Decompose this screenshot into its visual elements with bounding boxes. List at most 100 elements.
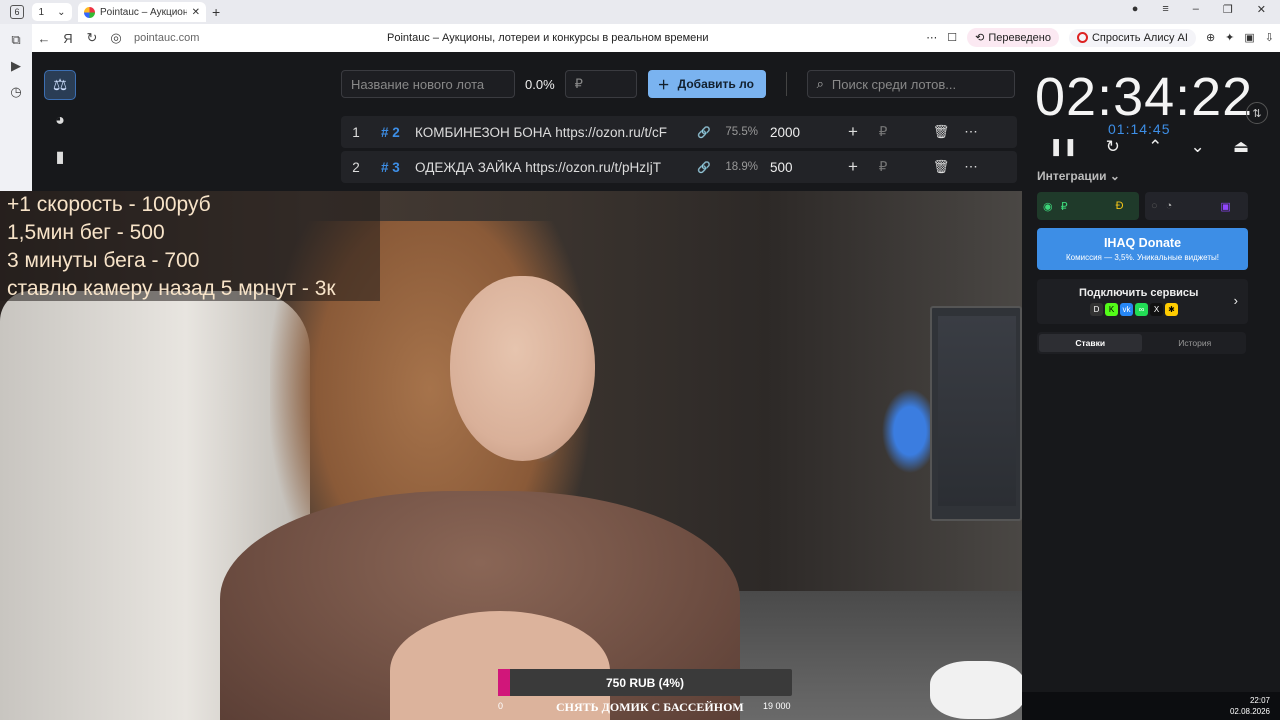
sidebar-tabs-icon[interactable]: ⧉ xyxy=(11,32,20,48)
url-text[interactable]: pointauc.com xyxy=(134,32,199,44)
connect-services-button[interactable]: Подключить сервисы D K vk ∞ X ✱ › xyxy=(1037,279,1248,324)
goal-min: 0 xyxy=(498,701,504,711)
ruble-icon[interactable]: ₽ xyxy=(868,124,898,140)
active-tab[interactable]: Pointauc – Аукционы, л ✕ xyxy=(78,2,206,22)
bookmark-icon[interactable]: ☐ xyxy=(947,31,957,44)
swap-icon[interactable]: ⇅ xyxy=(1246,102,1268,124)
donate-title: IHAQ Donate xyxy=(1103,236,1182,250)
da-icon: D xyxy=(1090,303,1103,316)
yandex-icon[interactable]: Я xyxy=(56,31,80,46)
delete-icon[interactable]: 🗑 xyxy=(926,159,956,175)
lot-id: # 3 xyxy=(381,159,400,175)
eject-icon[interactable]: ⏏ xyxy=(1233,137,1249,157)
lot-name[interactable]: КОМБИНЕЗОН БОНА https://ozon.ru/t/cF xyxy=(415,125,679,140)
amount-input[interactable]: ₽ xyxy=(564,70,637,98)
translate-icon: ⟲ xyxy=(975,32,985,44)
delete-icon[interactable]: 🗑 xyxy=(926,124,956,140)
connect-label: Подключить сервисы xyxy=(1079,287,1199,299)
tab-nav[interactable]: 1 ⌄ xyxy=(32,3,72,21)
sidebar-play-icon[interactable]: ▶ xyxy=(11,58,21,74)
more-icon[interactable]: ⋯ xyxy=(956,159,986,175)
lot-percent: 75.5% xyxy=(725,126,758,138)
bets-tabs: Ставки История xyxy=(1037,332,1246,354)
timer-panel: 02:34:22 ⇅ 01:14:45 ❚❚ ↻ ⌃ ⌄ ⏏ Интеграци… xyxy=(1035,52,1280,720)
minimize-icon[interactable]: – xyxy=(1193,3,1199,16)
lot-number: 1 xyxy=(352,124,360,140)
chevron-down-icon[interactable]: ⌄ xyxy=(57,7,65,18)
lot-row[interactable]: 2 # 3 ОДЕЖДА ЗАЙКА https://ozon.ru/t/pHz… xyxy=(341,151,1017,183)
lot-percent: 18.9% xyxy=(725,161,758,173)
translated-label: Переведено xyxy=(988,31,1051,44)
integration-group-1[interactable]: ◉ ₽ Ð xyxy=(1037,192,1139,220)
new-tab-icon[interactable]: + xyxy=(212,4,220,20)
radio-off-icon: ○ xyxy=(1151,200,1158,212)
download-icon[interactable]: ⇩ xyxy=(1265,31,1274,44)
info-icon[interactable]: 1 xyxy=(39,7,45,18)
overlay-line: 1,5мин бег - 500 xyxy=(7,221,165,244)
site-info-icon[interactable]: ◎ xyxy=(104,30,128,46)
timer-logo-icon: ◔ xyxy=(1165,200,1173,212)
lot-row[interactable]: 1 # 2 КОМБИНЕЗОН БОНА https://ozon.ru/t/… xyxy=(341,116,1017,148)
integrations-header[interactable]: Интеграции ⌄ xyxy=(1037,169,1120,183)
restore-icon[interactable]: ❐ xyxy=(1223,3,1233,16)
chevron-right-icon: › xyxy=(1233,293,1238,308)
ruble-icon[interactable]: ₽ xyxy=(868,159,898,175)
add-lot-label: Добавить ло xyxy=(677,77,754,91)
ruble-logo-icon: ₽ xyxy=(1060,200,1068,213)
alisa-label: Спросить Алису AI xyxy=(1091,31,1188,44)
donationalerts-icon: Ð xyxy=(1115,200,1124,212)
stats-icon[interactable]: ▮ xyxy=(44,142,76,172)
lot-search-input[interactable]: ⌕ Поиск среди лотов... xyxy=(806,70,1015,98)
add-bid-icon[interactable]: + xyxy=(838,122,868,142)
donate-banner[interactable]: IHAQ Donate Комиссия — 3,5%. Уникальные … xyxy=(1037,228,1248,270)
tab-counter[interactable]: 6 xyxy=(10,5,24,19)
collections-icon[interactable]: ▣ xyxy=(1244,31,1254,44)
reload-icon[interactable]: ↻ xyxy=(80,30,104,46)
clock-date: 02.08.2026 xyxy=(1229,707,1270,716)
system-clock[interactable]: 22:07 02.08.2026 xyxy=(1230,695,1270,717)
toolbar-divider xyxy=(785,72,787,96)
close-window-icon[interactable]: ✕ xyxy=(1257,3,1266,16)
back-icon[interactable]: ← xyxy=(32,31,56,46)
wheel-icon[interactable]: ◕ xyxy=(44,106,76,136)
lot-amount[interactable]: 2000 xyxy=(758,125,818,140)
profile-icon[interactable]: ● xyxy=(1132,3,1139,16)
kick-icon: K xyxy=(1105,303,1118,316)
integrations-label: Интеграции xyxy=(1037,169,1107,183)
add-bid-icon[interactable]: + xyxy=(838,157,868,177)
chevron-down-icon[interactable]: ⌄ xyxy=(1191,137,1205,157)
app-sidebar: ⚖ ◕ ▮ xyxy=(44,70,76,172)
add-lot-button[interactable]: ＋ Добавить ло xyxy=(647,70,766,98)
window-controls: ● ≡ – ❐ ✕ xyxy=(1132,3,1266,16)
globe-icon[interactable]: ⊕ xyxy=(1206,31,1215,44)
lot-amount[interactable]: 500 xyxy=(758,160,818,175)
lot-name[interactable]: ОДЕЖДА ЗАЙКА https://ozon.ru/t/pHzIjT xyxy=(415,160,679,175)
lot-toolbar: Название нового лота 0.0% ₽ ＋ Добавить ло… xyxy=(341,70,1015,98)
clock-time: 22:07 xyxy=(1249,696,1270,705)
favicon-icon xyxy=(84,6,95,18)
alisa-button[interactable]: Спросить Алису AI xyxy=(1068,28,1196,47)
tab-bets[interactable]: Ставки xyxy=(1039,334,1142,352)
chevron-up-icon[interactable]: ⌃ xyxy=(1148,137,1162,157)
reset-icon[interactable]: ↻ xyxy=(1106,137,1120,157)
translated-button[interactable]: ⟲ Переведено xyxy=(967,28,1059,47)
auction-icon[interactable]: ⚖ xyxy=(44,70,76,100)
pause-icon[interactable]: ❚❚ xyxy=(1049,137,1078,157)
more-icon[interactable]: ⋯ xyxy=(956,124,986,140)
background-monitor xyxy=(930,306,1022,521)
more-icon[interactable]: ⋯ xyxy=(926,31,937,44)
tab-history[interactable]: История xyxy=(1144,332,1247,354)
link-icon[interactable]: 🔗 xyxy=(694,126,714,139)
sidebar-history-icon[interactable]: ◷ xyxy=(10,84,21,100)
menu-icon[interactable]: ≡ xyxy=(1162,3,1168,16)
extensions-icon[interactable]: ✦ xyxy=(1225,31,1234,44)
twitch-icon: ▣ xyxy=(1220,200,1231,213)
lot-number: 2 xyxy=(352,159,360,175)
vk-icon: vk xyxy=(1120,303,1133,316)
search-placeholder: Поиск среди лотов... xyxy=(831,76,957,92)
new-lot-input[interactable]: Название нового лота xyxy=(341,70,515,98)
close-tab-icon[interactable]: ✕ xyxy=(192,7,200,18)
address-actions: ⋯ ☐ ⟲ Переведено Спросить Алису AI ⊕ ✦ ▣ … xyxy=(926,28,1274,47)
integration-group-2[interactable]: ○ ◔ ▣ xyxy=(1145,192,1248,220)
link-icon[interactable]: 🔗 xyxy=(694,161,714,174)
